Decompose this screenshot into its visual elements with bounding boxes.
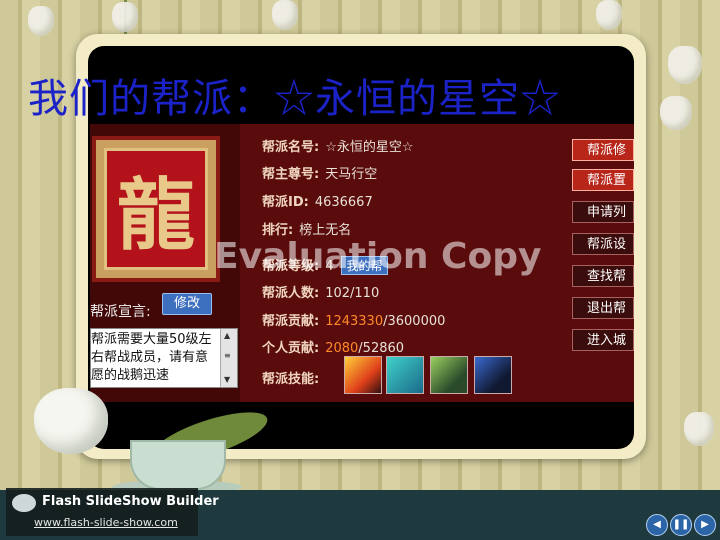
white-flower-decor <box>34 388 108 454</box>
guild-id-row: 帮派ID: 4636667 <box>262 191 373 210</box>
brand-name: Flash SlideShow Builder <box>42 494 219 509</box>
scroll-up-icon[interactable]: ▲ <box>224 331 230 340</box>
evaluation-watermark: Evaluation Copy <box>214 236 542 277</box>
leader-label: 帮主尊号: <box>262 167 320 182</box>
personal-contribution-label: 个人贡献: <box>262 341 320 356</box>
next-icon[interactable]: ▶ <box>694 514 716 536</box>
guild-contribution-row: 帮派贡献: 1243330/3600000 <box>262 310 445 329</box>
tulip-icon <box>596 0 622 30</box>
guild-edit-button[interactable]: 帮派修 <box>572 139 634 161</box>
guild-contribution-current: 1243330 <box>325 314 384 329</box>
pause-icon[interactable]: ❚❚ <box>670 514 692 536</box>
member-count-value: 102/110 <box>325 286 380 301</box>
guild-id-value: 4636667 <box>314 195 373 210</box>
personal-contribution-row: 个人贡献: 2080/52860 <box>262 337 404 356</box>
brand-icon <box>12 494 36 512</box>
guild-name-label: 帮派名号: <box>262 140 320 155</box>
leader-value: 天马行空 <box>325 167 378 182</box>
member-count-row: 帮派人数: 102/110 <box>262 282 379 301</box>
skills-row: 帮派技能: <box>262 368 325 387</box>
tulip-icon <box>28 6 54 36</box>
personal-contribution-current: 2080 <box>325 341 359 356</box>
member-count-label: 帮派人数: <box>262 286 320 301</box>
music-skill-icon[interactable] <box>386 356 424 394</box>
guild-id-label: 帮派ID: <box>262 195 309 210</box>
fire-skill-icon[interactable] <box>344 356 382 394</box>
emblem-char: 龍 <box>116 170 195 261</box>
guild-name-row: 帮派名号: ☆永恒的星空☆ <box>262 136 414 155</box>
application-list-button[interactable]: 申请列 <box>572 201 634 223</box>
scroll-down-icon[interactable]: ▼ <box>224 375 230 384</box>
tulip-icon <box>668 46 702 84</box>
edit-declaration-button[interactable]: 修改 <box>162 293 212 315</box>
bird-skill-icon[interactable] <box>474 356 512 394</box>
teacup-decor <box>130 440 226 490</box>
guild-emblem: 龍 <box>92 136 220 282</box>
declaration-textbox[interactable]: 帮派需要大量50级左右帮战成员，请有意愿的战鹅迅速 ▲ ≡ ▼ <box>90 328 238 388</box>
declaration-text: 帮派需要大量50级左右帮战成员，请有意愿的战鹅迅速 <box>91 332 212 383</box>
guild-contribution-total: /3600000 <box>383 314 446 329</box>
guild-name-value: ☆永恒的星空☆ <box>325 140 414 155</box>
tulip-icon <box>684 412 714 446</box>
brand-logo[interactable]: Flash SlideShow Builder www.flash-slide-… <box>6 488 219 536</box>
leave-guild-button[interactable]: 退出帮 <box>572 297 634 319</box>
brand-url-link[interactable]: www.flash-slide-show.com <box>34 516 178 529</box>
guild-setup-button[interactable]: 帮派设 <box>572 233 634 255</box>
personal-contribution-total: /52860 <box>358 341 405 356</box>
guild-contribution-label: 帮派贡献: <box>262 314 320 329</box>
slide-title: 我们的帮派：☆永恒的星空☆ <box>28 76 561 122</box>
find-guild-button[interactable]: 查找帮 <box>572 265 634 287</box>
tulip-icon <box>660 96 692 130</box>
skills-label: 帮派技能: <box>262 372 320 387</box>
enter-city-button[interactable]: 进入城 <box>572 329 634 351</box>
declaration-label: 帮派宣言: <box>90 304 151 320</box>
prev-icon[interactable]: ◀ <box>646 514 668 536</box>
scroll-thumb-icon[interactable]: ≡ <box>224 351 231 360</box>
wind-skill-icon[interactable] <box>430 356 468 394</box>
declaration-scrollbar[interactable]: ▲ ≡ ▼ <box>220 329 237 387</box>
leader-row: 帮主尊号: 天马行空 <box>262 163 377 182</box>
tulip-icon <box>112 2 138 32</box>
tulip-icon <box>272 0 298 30</box>
guild-settings-red-button[interactable]: 帮派置 <box>572 169 634 191</box>
